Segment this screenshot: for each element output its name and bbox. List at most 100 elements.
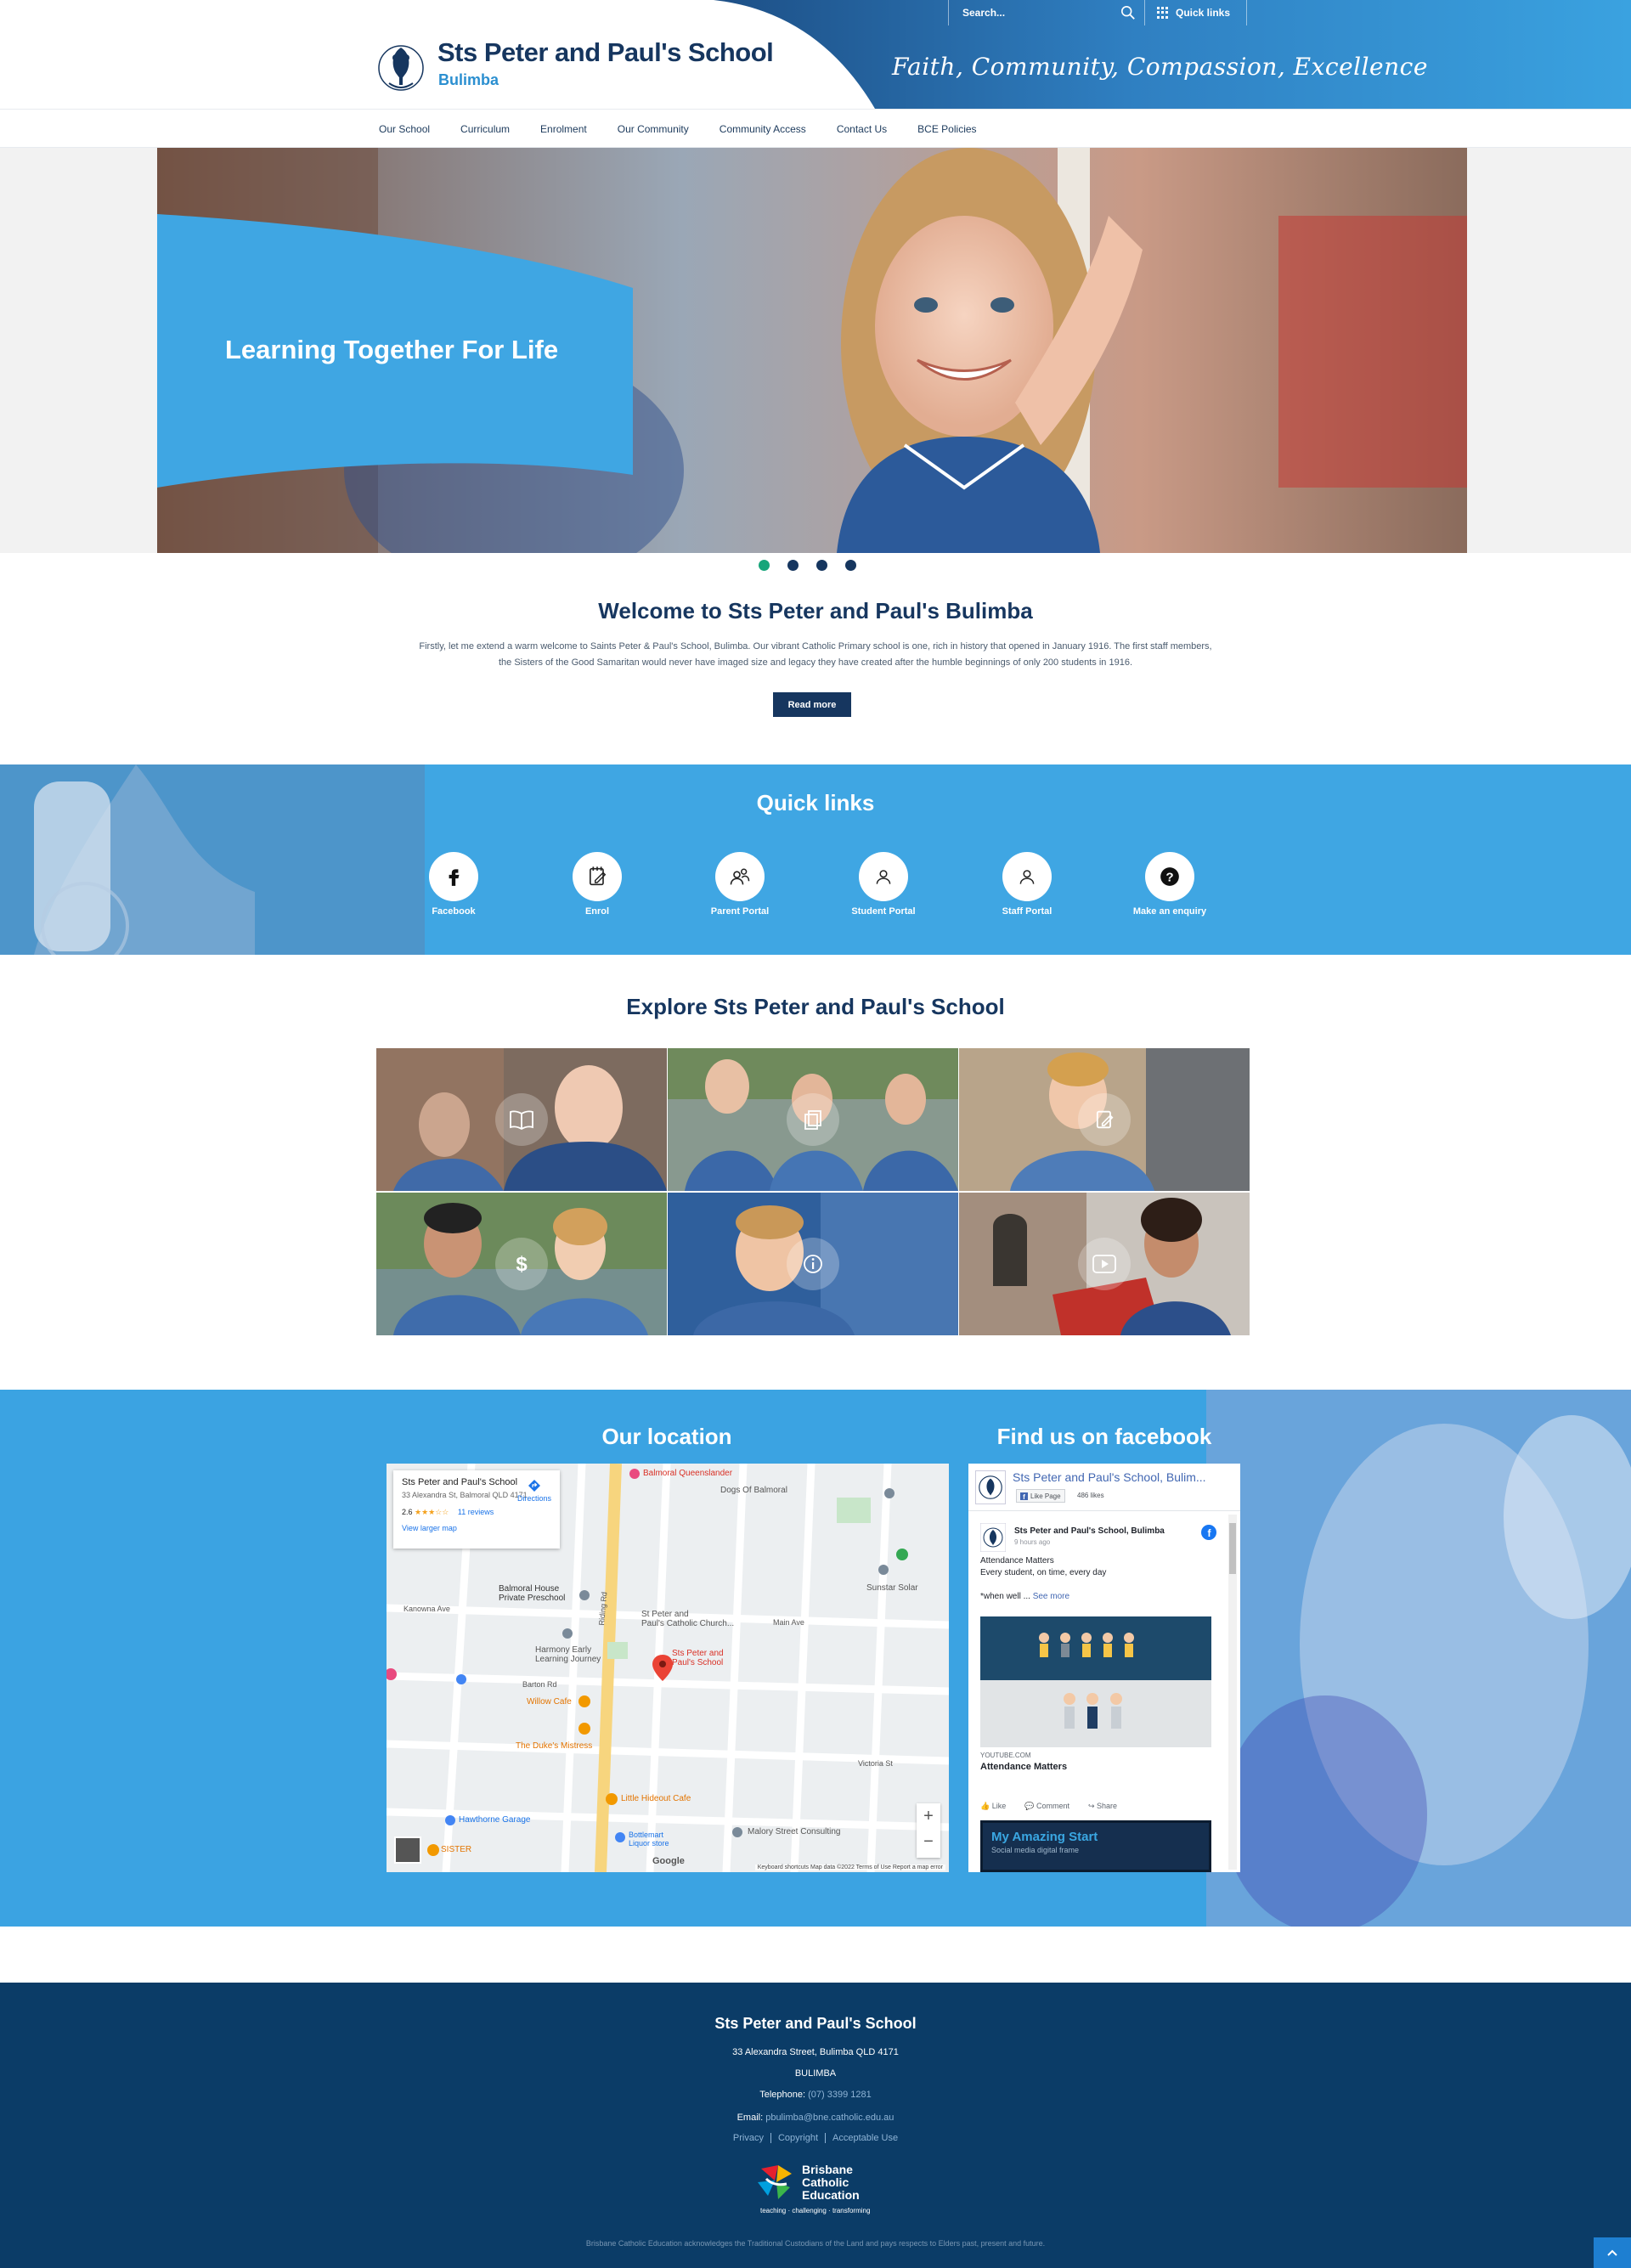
post-comment-button[interactable]: 💬 Comment: [1024, 1802, 1069, 1811]
footer-link-acceptable-use[interactable]: Acceptable Use: [826, 2133, 905, 2143]
nav-item-our-community[interactable]: Our Community: [618, 123, 689, 135]
zoom-out-button[interactable]: −: [917, 1829, 940, 1854]
post-like-label: Like: [991, 1802, 1007, 1810]
post-avatar[interactable]: [980, 1523, 1006, 1552]
svg-text:$: $: [516, 1253, 528, 1276]
nav-item-contact-us[interactable]: Contact Us: [837, 123, 887, 135]
enrol-notepad-icon[interactable]: [573, 852, 622, 901]
view-larger-map-link[interactable]: View larger map: [402, 1524, 551, 1532]
map-label-willow-cafe[interactable]: Willow Cafe: [527, 1697, 572, 1707]
school-name[interactable]: Sts Peter and Paul's School: [437, 37, 774, 68]
google-map[interactable]: Sts Peter and Paul's School 33 Alexandra…: [387, 1464, 949, 1872]
slider-dot-4[interactable]: [845, 560, 856, 571]
telephone-link[interactable]: (07) 3399 1281: [808, 2090, 872, 2100]
quick-link-enrol[interactable]: Enrol: [538, 852, 657, 917]
welcome-text: Firstly, let me extend a warm welcome to…: [419, 641, 1212, 668]
staff-portal-icon[interactable]: [1002, 852, 1052, 901]
next-post-preview[interactable]: My Amazing Start Social media digital fr…: [980, 1820, 1211, 1872]
quick-link-student-portal[interactable]: Student Portal: [824, 852, 943, 917]
quick-link-make-an-enquiry[interactable]: ? Make an enquiry: [1110, 852, 1229, 917]
search-input[interactable]: Search...: [962, 7, 1005, 19]
facebook-logo-icon: f: [1201, 1525, 1216, 1540]
search-box[interactable]: Search...: [948, 0, 1145, 25]
quick-link-label: Enrol: [584, 906, 610, 917]
map-label-dogs-of-balmoral[interactable]: Dogs Of Balmoral: [720, 1486, 787, 1495]
email-link[interactable]: pbulimba@bne.catholic.edu.au: [765, 2113, 894, 2123]
map-label-hawthorne-garage[interactable]: Hawthorne Garage: [459, 1815, 531, 1825]
map-label-malory[interactable]: Malory Street Consulting: [748, 1827, 841, 1836]
quick-link-label: Facebook: [432, 906, 476, 917]
map-label-dukes-mistress[interactable]: The Duke's Mistress: [516, 1741, 592, 1751]
map-label-little-hideout[interactable]: Little Hideout Cafe: [621, 1794, 691, 1803]
footer-link-privacy[interactable]: Privacy: [726, 2133, 771, 2143]
explore-title: Explore Sts Peter and Paul's School: [626, 994, 1005, 1019]
video-thumbnail[interactable]: [980, 1616, 1211, 1747]
footer-school-name: Sts Peter and Paul's School: [714, 2015, 917, 2032]
student-portal-icon[interactable]: [859, 852, 908, 901]
explore-tile-video[interactable]: [959, 1192, 1250, 1336]
footer-link-copyright[interactable]: Copyright: [771, 2133, 827, 2143]
scrollbar-thumb[interactable]: [1229, 1523, 1236, 1574]
slider-dot-3[interactable]: [816, 560, 827, 571]
nav-items: Our School Curriculum Enrolment Our Comm…: [379, 110, 1007, 149]
email-label: Email:: [736, 2113, 764, 2123]
footer-links: Privacy Copyright Acceptable Use: [0, 2133, 1631, 2143]
back-to-top-button[interactable]: [1594, 2237, 1631, 2268]
map-label-sister[interactable]: SISTER: [441, 1845, 471, 1854]
directions-icon: [528, 1480, 540, 1492]
svg-text:f: f: [1023, 1493, 1025, 1500]
map-zoom-controls[interactable]: + −: [917, 1803, 940, 1858]
chevron-up-icon: [1607, 2249, 1617, 2256]
quick-link-parent-portal[interactable]: Parent Portal: [680, 852, 799, 917]
nav-item-bce-policies[interactable]: BCE Policies: [917, 123, 976, 135]
explore-tile-enrolment[interactable]: [668, 1048, 958, 1192]
facebook-scrollbar[interactable]: [1228, 1515, 1237, 1870]
map-label-school-pin[interactable]: Sts Peter and Paul's School: [672, 1649, 724, 1667]
nav-item-our-school[interactable]: Our School: [379, 123, 430, 135]
map-label-harmony[interactable]: Harmony Early Learning Journey: [535, 1645, 601, 1664]
map-label-balmoral-house[interactable]: Balmoral House Private Preschool: [499, 1584, 565, 1603]
nav-item-enrolment[interactable]: Enrolment: [540, 123, 587, 135]
quick-link-label: Staff Portal: [1002, 906, 1053, 917]
map-footer[interactable]: Keyboard shortcuts Map data ©2022 Terms …: [754, 1865, 945, 1870]
nav-item-community-access[interactable]: Community Access: [720, 123, 806, 135]
explore-tile-fees[interactable]: $: [376, 1192, 667, 1336]
reviews-link[interactable]: 11 reviews: [458, 1508, 494, 1516]
zoom-in-button[interactable]: +: [917, 1803, 940, 1829]
map-label-sunstar-solar[interactable]: Sunstar Solar: [866, 1583, 918, 1593]
explore-tile-information[interactable]: [668, 1192, 958, 1336]
slider-dot-1[interactable]: [759, 560, 770, 571]
read-more-button[interactable]: Read more: [773, 692, 851, 717]
quick-link-staff-portal[interactable]: Staff Portal: [968, 852, 1086, 917]
nav-item-curriculum[interactable]: Curriculum: [460, 123, 510, 135]
map-label-church[interactable]: St Peter and Paul's Catholic Church...: [641, 1610, 734, 1628]
explore-tile-enrol-now[interactable]: [959, 1048, 1250, 1192]
parent-portal-icon[interactable]: [715, 852, 765, 901]
quick-link-facebook[interactable]: Facebook: [394, 852, 513, 917]
page: { "header": { "search_placeholder": "Sea…: [0, 0, 1631, 2268]
facebook-widget[interactable]: Sts Peter and Paul's School, Bulim... f …: [968, 1464, 1240, 1872]
school-crest-logo[interactable]: [377, 31, 425, 105]
see-more-link[interactable]: See more: [1033, 1592, 1069, 1601]
footer-telephone: Telephone: (07) 3399 1281: [0, 2090, 1631, 2100]
question-icon[interactable]: ?: [1145, 852, 1194, 901]
post-comment-label: Comment: [1036, 1802, 1069, 1810]
directions-button[interactable]: Directions: [517, 1479, 551, 1503]
map-label-balmoral-queenslander[interactable]: Balmoral Queenslander: [643, 1469, 732, 1478]
search-icon[interactable]: [1120, 5, 1136, 20]
footer-email: Email: pbulimba@bne.catholic.edu.au: [0, 2113, 1631, 2123]
map-label-bottlemart[interactable]: Bottlemart Liquor store: [629, 1831, 669, 1848]
facebook-page-avatar[interactable]: [975, 1470, 1006, 1504]
explore-tile-curriculum[interactable]: [376, 1048, 667, 1192]
facebook-page-name[interactable]: Sts Peter and Paul's School, Bulim...: [1013, 1470, 1206, 1484]
post-author[interactable]: Sts Peter and Paul's School, Bulimba: [1014, 1526, 1165, 1536]
like-page-button[interactable]: f Like Page: [1016, 1489, 1065, 1503]
post-share-button[interactable]: ↪ Share: [1088, 1802, 1117, 1811]
quick-links-button[interactable]: Quick links: [1145, 0, 1247, 25]
google-logo: Google: [652, 1856, 685, 1866]
facebook-icon[interactable]: [429, 852, 478, 901]
slider-dot-2[interactable]: [787, 560, 799, 571]
video-title[interactable]: Attendance Matters: [980, 1762, 1067, 1772]
post-like-button[interactable]: 👍 Like: [980, 1802, 1006, 1811]
post-time[interactable]: 9 hours ago: [1014, 1538, 1050, 1546]
